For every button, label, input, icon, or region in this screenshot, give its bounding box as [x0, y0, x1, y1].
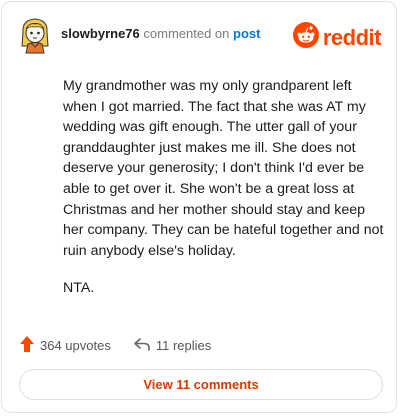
- username-link[interactable]: slowbyrne76: [61, 26, 140, 41]
- comment-paragraph: NTA.: [63, 280, 95, 297]
- upvote-arrow-icon: [19, 335, 40, 356]
- replies-count: 11 replies: [155, 338, 212, 353]
- post-link[interactable]: post: [233, 26, 260, 41]
- replies-button[interactable]: 11 replies: [133, 336, 211, 355]
- reddit-alien-icon: [292, 22, 319, 53]
- user-avatar[interactable]: [18, 16, 52, 54]
- upvote-count: 364 upvotes: [40, 338, 111, 353]
- reply-arrow-icon: [133, 336, 156, 355]
- comment-card: slowbyrne76 commented on post reddit My …: [1, 1, 397, 413]
- comment-actions: 364 upvotes 11 replies: [19, 335, 211, 356]
- comment-body: My grandmother was my only grandparent l…: [63, 76, 388, 316]
- view-comments-button[interactable]: View 11 comments: [19, 369, 383, 400]
- reddit-logo[interactable]: reddit: [292, 22, 382, 53]
- comment-paragraph: My grandmother was my only grandparent l…: [63, 78, 384, 259]
- upvote-button[interactable]: 364 upvotes: [19, 335, 111, 356]
- action-text: commented on: [143, 26, 230, 41]
- reddit-wordmark: reddit: [322, 24, 382, 50]
- byline: slowbyrne76 commented on post: [61, 26, 260, 42]
